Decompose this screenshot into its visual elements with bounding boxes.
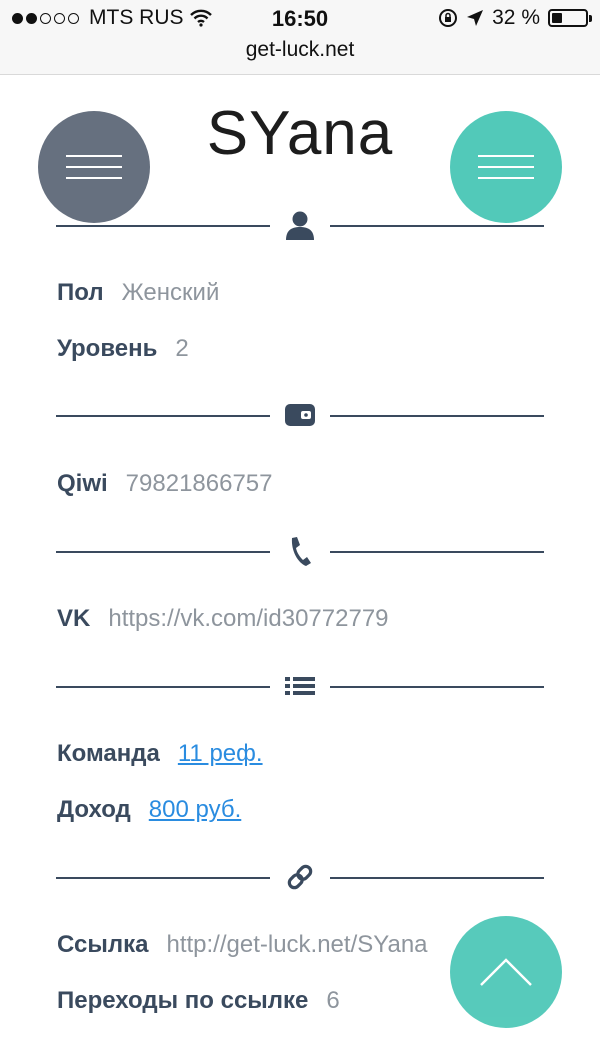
clicks-row: Переходы по ссылке 6 xyxy=(57,987,340,1015)
menu-icon xyxy=(478,155,534,179)
right-menu-button[interactable] xyxy=(450,111,562,223)
team-link[interactable]: 11 реф. xyxy=(178,740,263,767)
gender-value: Женский xyxy=(121,279,220,306)
battery-icon xyxy=(548,9,592,27)
section-divider-user xyxy=(56,210,544,240)
wallet-icon xyxy=(283,400,317,430)
section-divider-link xyxy=(56,862,544,892)
qiwi-value: 79821866757 xyxy=(125,470,273,497)
team-label: Команда xyxy=(57,740,160,767)
clicks-label: Переходы по ссылке xyxy=(57,987,309,1014)
battery-percent: 32 % xyxy=(492,6,540,29)
level-value: 2 xyxy=(175,335,189,362)
qiwi-label: Qiwi xyxy=(57,470,108,497)
link-icon xyxy=(283,862,317,892)
vk-value: https://vk.com/id30772779 xyxy=(108,605,389,632)
section-divider-wallet xyxy=(56,400,544,430)
level-row: Уровень 2 xyxy=(57,335,189,363)
income-link[interactable]: 800 руб. xyxy=(149,796,241,823)
referral-link-label: Ссылка xyxy=(57,931,149,958)
income-row: Доход 800 руб. xyxy=(57,796,241,824)
clicks-value: 6 xyxy=(326,987,340,1014)
list-icon xyxy=(283,671,317,701)
section-divider-list xyxy=(56,671,544,701)
gender-label: Пол xyxy=(57,279,104,306)
chevron-up-icon xyxy=(480,958,532,986)
rotation-lock-icon xyxy=(439,9,458,27)
team-row: Команда 11 реф. xyxy=(57,740,263,768)
left-menu-button[interactable] xyxy=(38,111,150,223)
address-bar-url[interactable]: get-luck.net xyxy=(0,38,600,62)
browser-status-bar: MTS RUS 16:50 32 % get-luck.net xyxy=(0,0,600,75)
user-icon xyxy=(283,210,317,240)
referral-link-row: Ссылка http://get-luck.net/SYana xyxy=(57,931,428,959)
gender-row: Пол Женский xyxy=(57,279,219,307)
level-label: Уровень xyxy=(57,335,158,362)
qiwi-row: Qiwi 79821866757 xyxy=(57,470,273,498)
menu-icon xyxy=(66,155,122,179)
referral-link-value: http://get-luck.net/SYana xyxy=(166,931,428,958)
location-arrow-icon xyxy=(467,10,484,26)
phone-icon xyxy=(283,536,317,566)
section-divider-phone xyxy=(56,536,544,566)
income-label: Доход xyxy=(57,796,131,823)
vk-label: VK xyxy=(57,605,91,632)
scroll-to-top-button[interactable] xyxy=(450,916,562,1028)
vk-row: VK https://vk.com/id30772779 xyxy=(57,605,389,633)
